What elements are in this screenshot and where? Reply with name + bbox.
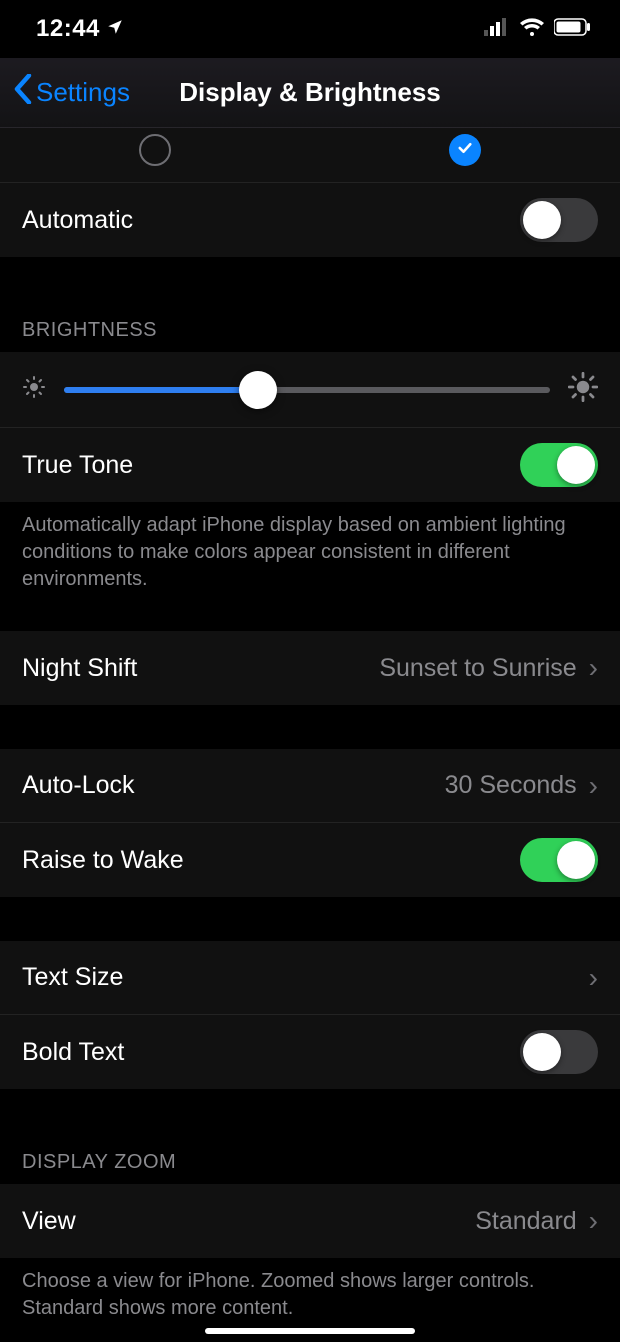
- home-indicator[interactable]: [205, 1328, 415, 1334]
- night-shift-value: Sunset to Sunrise: [379, 654, 576, 683]
- automatic-toggle[interactable]: [520, 198, 598, 242]
- back-label: Settings: [36, 77, 130, 108]
- appearance-light-radio[interactable]: [139, 134, 171, 166]
- status-bar: 12:44: [0, 0, 620, 58]
- brightness-slider[interactable]: [64, 387, 550, 393]
- true-tone-toggle[interactable]: [520, 443, 598, 487]
- night-shift-label: Night Shift: [22, 654, 137, 683]
- checkmark-icon: [456, 139, 474, 162]
- display-zoom-header: DISPLAY ZOOM: [0, 1133, 620, 1184]
- brightness-slider-row: [0, 352, 620, 428]
- nav-header: Settings Display & Brightness: [0, 58, 620, 128]
- true-tone-label: True Tone: [22, 451, 133, 480]
- content: Automatic BRIGHTNESS: [0, 128, 620, 1340]
- appearance-dark-radio[interactable]: [449, 134, 481, 166]
- display-zoom-view-row[interactable]: View Standard ›: [0, 1184, 620, 1258]
- automatic-row: Automatic: [0, 183, 620, 257]
- brightness-high-icon: [568, 372, 598, 407]
- automatic-label: Automatic: [22, 206, 133, 235]
- chevron-left-icon: [14, 74, 32, 111]
- auto-lock-value: 30 Seconds: [445, 771, 577, 800]
- brightness-header: BRIGHTNESS: [0, 301, 620, 352]
- chevron-right-icon: ›: [589, 1205, 598, 1237]
- status-time: 12:44: [36, 15, 100, 43]
- raise-to-wake-row: Raise to Wake: [0, 823, 620, 897]
- true-tone-footer: Automatically adapt iPhone display based…: [0, 502, 620, 611]
- display-zoom-view-label: View: [22, 1207, 76, 1236]
- appearance-radio-row: [0, 128, 620, 183]
- chevron-right-icon: ›: [589, 652, 598, 684]
- battery-icon: [554, 15, 592, 43]
- chevron-right-icon: ›: [589, 770, 598, 802]
- bold-text-toggle[interactable]: [520, 1030, 598, 1074]
- raise-to-wake-toggle[interactable]: [520, 838, 598, 882]
- night-shift-row[interactable]: Night Shift Sunset to Sunrise ›: [0, 631, 620, 705]
- raise-to-wake-label: Raise to Wake: [22, 846, 184, 875]
- chevron-right-icon: ›: [589, 962, 598, 994]
- bold-text-row: Bold Text: [0, 1015, 620, 1089]
- wifi-icon: [520, 15, 544, 43]
- brightness-low-icon: [22, 375, 46, 404]
- back-button[interactable]: Settings: [0, 74, 130, 111]
- auto-lock-label: Auto-Lock: [22, 771, 135, 800]
- text-size-row[interactable]: Text Size ›: [0, 941, 620, 1015]
- page-title: Display & Brightness: [179, 77, 441, 108]
- display-zoom-view-value: Standard: [475, 1207, 576, 1236]
- true-tone-row: True Tone: [0, 428, 620, 502]
- bold-text-label: Bold Text: [22, 1038, 124, 1067]
- cellular-icon: [484, 15, 510, 43]
- text-size-label: Text Size: [22, 963, 123, 992]
- location-icon: [106, 15, 124, 43]
- auto-lock-row[interactable]: Auto-Lock 30 Seconds ›: [0, 749, 620, 823]
